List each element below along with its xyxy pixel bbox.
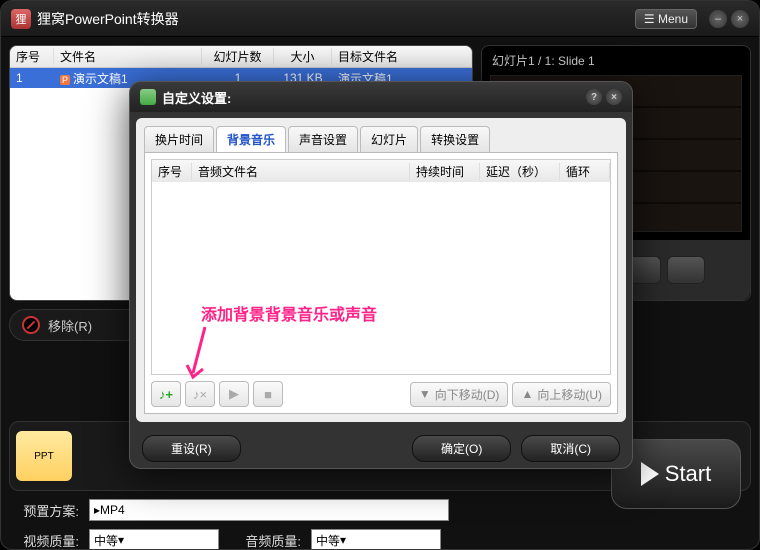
remove-audio-button[interactable]: ♪× bbox=[185, 381, 215, 407]
stop-audio-button[interactable]: ■ bbox=[253, 381, 283, 407]
tab-panel: 序号 音频文件名 持续时间 延迟（秒） 循环 ♪+ ♪× ▶ ■ ▼ 向下移动(… bbox=[144, 152, 618, 414]
audio-toolbar: ♪+ ♪× ▶ ■ ▼ 向下移动(D) ▲ 向上移动(U) bbox=[151, 381, 611, 407]
close-button[interactable]: × bbox=[731, 10, 749, 28]
acol-loop: 循环 bbox=[560, 163, 610, 180]
dialog-icon bbox=[140, 89, 156, 105]
minimize-button[interactable]: – bbox=[709, 10, 727, 28]
app-title: 狸窝PowerPoint转换器 bbox=[37, 9, 179, 29]
app-logo-icon: 狸 bbox=[11, 9, 31, 29]
col-name: 文件名 bbox=[54, 48, 202, 65]
acol-duration: 持续时间 bbox=[410, 163, 480, 180]
remove-button[interactable]: 移除(R) bbox=[9, 309, 149, 341]
dialog-help-button[interactable]: ? bbox=[586, 89, 602, 105]
ok-button[interactable]: 确定(O) bbox=[412, 435, 511, 462]
cancel-button[interactable]: 取消(C) bbox=[521, 435, 620, 462]
col-target: 目标文件名 bbox=[332, 48, 472, 65]
audio-quality-select[interactable]: 中等 ▾ bbox=[311, 529, 441, 550]
play-audio-button[interactable]: ▶ bbox=[219, 381, 249, 407]
acol-delay: 延迟（秒） bbox=[480, 163, 560, 180]
add-audio-button[interactable]: ♪+ bbox=[151, 381, 181, 407]
menu-button[interactable]: ☰ Menu bbox=[635, 9, 697, 29]
dialog-footer: 重设(R) 确定(O) 取消(C) bbox=[130, 428, 632, 468]
col-slides: 幻灯片数 bbox=[202, 48, 274, 65]
tab-slides[interactable]: 幻灯片 bbox=[360, 126, 418, 152]
audio-table[interactable]: 序号 音频文件名 持续时间 延迟（秒） 循环 bbox=[151, 159, 611, 375]
dialog-title: 自定义设置: bbox=[162, 88, 231, 107]
ppt-thumb-icon[interactable]: PPT bbox=[16, 431, 72, 481]
move-up-button[interactable]: ▲ 向上移动(U) bbox=[512, 382, 611, 407]
preview-header: 幻灯片1 / 1: Slide 1 bbox=[482, 46, 750, 75]
preset-select[interactable]: ▸ MP4 bbox=[89, 499, 449, 521]
tab-slide-timing[interactable]: 换片时间 bbox=[144, 126, 214, 152]
tab-convert-settings[interactable]: 转换设置 bbox=[420, 126, 490, 152]
dialog-titlebar: 自定义设置: ? × bbox=[130, 82, 632, 112]
video-quality-label: 视频质量: bbox=[15, 531, 79, 550]
remove-icon bbox=[22, 316, 40, 334]
dialog-tabs: 换片时间 背景音乐 声音设置 幻灯片 转换设置 bbox=[144, 126, 618, 152]
reset-button[interactable]: 重设(R) bbox=[142, 435, 241, 462]
titlebar: 狸 狸窝PowerPoint转换器 ☰ Menu – × bbox=[1, 1, 759, 37]
acol-seq: 序号 bbox=[152, 163, 192, 180]
acol-name: 音频文件名 bbox=[192, 163, 410, 180]
stop-button[interactable] bbox=[667, 256, 705, 284]
tab-sound-settings[interactable]: 声音设置 bbox=[288, 126, 358, 152]
preset-label: 预置方案: bbox=[15, 501, 79, 520]
app-window: 狸 狸窝PowerPoint转换器 ☰ Menu – × 序号 文件名 幻灯片数… bbox=[0, 0, 760, 550]
move-down-button[interactable]: ▼ 向下移动(D) bbox=[410, 382, 509, 407]
col-size: 大小 bbox=[274, 48, 332, 65]
tab-bg-music[interactable]: 背景音乐 bbox=[216, 126, 286, 152]
ppt-icon: P bbox=[60, 75, 70, 85]
custom-settings-dialog: 自定义设置: ? × 换片时间 背景音乐 声音设置 幻灯片 转换设置 序号 音频… bbox=[129, 81, 633, 469]
video-quality-select[interactable]: 中等 ▾ bbox=[89, 529, 219, 550]
col-seq: 序号 bbox=[10, 48, 54, 65]
dialog-close-button[interactable]: × bbox=[606, 89, 622, 105]
audio-quality-label: 音频质量: bbox=[229, 531, 301, 550]
